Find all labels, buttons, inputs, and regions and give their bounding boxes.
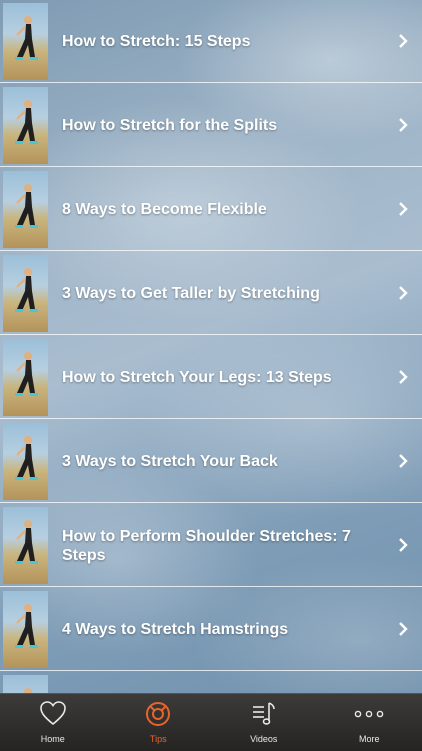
list-item[interactable]: 4 Ways to Stretch Hamstrings	[0, 588, 422, 671]
chevron-right-icon	[396, 201, 410, 217]
athlete-figure	[13, 517, 39, 575]
stretching-thumbnail	[3, 171, 48, 248]
tab-bar: Home Tips Videos More	[0, 693, 422, 751]
athlete-figure	[13, 181, 39, 239]
video-list-icon	[250, 700, 278, 728]
lifebuoy-icon	[144, 700, 172, 728]
article-list: How to Stretch: 15 Steps How to Stretch …	[0, 0, 422, 693]
list-item[interactable]: How to Stretch: 15 Steps	[0, 0, 422, 83]
chevron-right-icon	[396, 537, 410, 553]
list-item-title: 4 Ways to Stretch Hamstrings	[62, 588, 372, 671]
list-item-title	[62, 672, 372, 693]
tab-tips[interactable]: Tips	[106, 694, 212, 751]
athlete-figure	[13, 97, 39, 155]
chevron-right-icon	[396, 285, 410, 301]
stretching-thumbnail	[3, 339, 48, 416]
list-item-title: How to Stretch Your Legs: 13 Steps	[62, 336, 372, 419]
tab-more[interactable]: More	[317, 694, 422, 751]
stretching-thumbnail	[3, 87, 48, 164]
athlete-figure	[13, 601, 39, 659]
chevron-right-icon	[396, 33, 410, 49]
list-item[interactable]: How to Stretch for the Splits	[0, 84, 422, 167]
more-dots-icon	[352, 704, 386, 728]
tab-home[interactable]: Home	[0, 694, 106, 751]
stretching-thumbnail	[3, 507, 48, 584]
list-item-title: 3 Ways to Get Taller by Stretching	[62, 252, 372, 335]
list-item[interactable]: 3 Ways to Stretch Your Back	[0, 420, 422, 503]
athlete-figure	[13, 13, 39, 71]
list-item[interactable]: How to Perform Shoulder Stretches: 7 Ste…	[0, 504, 422, 587]
athlete-figure	[13, 433, 39, 491]
chevron-right-icon	[396, 453, 410, 469]
stretching-thumbnail	[3, 255, 48, 332]
athlete-figure	[13, 685, 39, 693]
athlete-figure	[13, 349, 39, 407]
tab-label: Tips	[150, 734, 167, 744]
chevron-right-icon	[396, 369, 410, 385]
chevron-right-icon	[396, 621, 410, 637]
tab-label: More	[359, 734, 380, 744]
list-item[interactable]: How to Stretch Your Legs: 13 Steps	[0, 336, 422, 419]
tab-label: Videos	[250, 734, 277, 744]
list-item-title: 8 Ways to Become Flexible	[62, 168, 372, 251]
heart-icon	[39, 700, 67, 726]
stretching-thumbnail	[3, 591, 48, 668]
list-item-title: How to Stretch for the Splits	[62, 84, 372, 167]
list-item-title: How to Stretch: 15 Steps	[62, 0, 372, 83]
list-item[interactable]: 3 Ways to Get Taller by Stretching	[0, 252, 422, 335]
list-item[interactable]	[0, 672, 422, 693]
stretching-thumbnail	[3, 423, 48, 500]
stretching-thumbnail	[3, 675, 48, 693]
tab-label: Home	[41, 734, 65, 744]
list-item-title: 3 Ways to Stretch Your Back	[62, 420, 372, 503]
stretching-thumbnail	[3, 3, 48, 80]
tab-videos[interactable]: Videos	[211, 694, 317, 751]
list-item-title: How to Perform Shoulder Stretches: 7 Ste…	[62, 504, 372, 587]
list-item[interactable]: 8 Ways to Become Flexible	[0, 168, 422, 251]
chevron-right-icon	[396, 117, 410, 133]
athlete-figure	[13, 265, 39, 323]
